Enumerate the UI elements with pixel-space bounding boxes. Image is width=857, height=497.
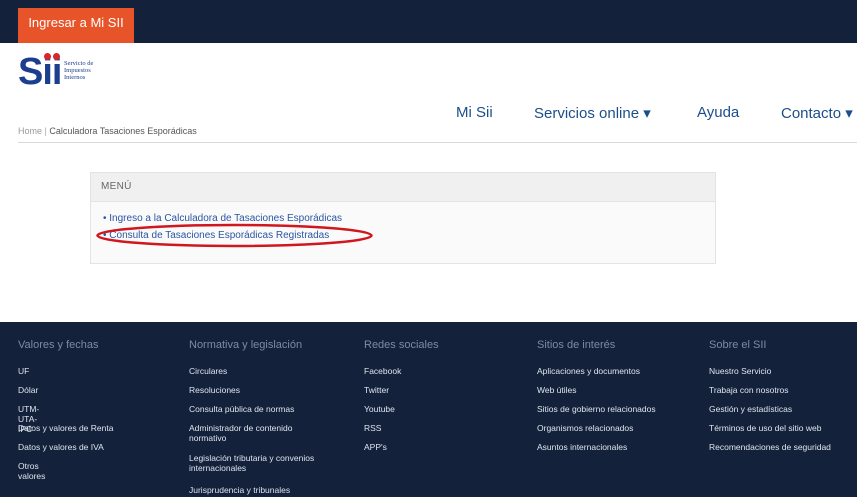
footer-link[interactable]: Recomendaciones de seguridad — [709, 442, 831, 452]
footer-link[interactable]: Otros valores — [18, 461, 45, 481]
rss-link[interactable]: RSS — [364, 423, 381, 433]
footer: Valores y fechas UF Dólar UTM-UTA-IPC Da… — [0, 322, 857, 497]
footer-link[interactable]: Aplicaciones y documentos — [537, 366, 640, 376]
footer-heading: Redes sociales — [364, 339, 439, 351]
footer-heading: Normativa y legislación — [189, 339, 303, 351]
nav-servicios-online[interactable]: Servicios online ▾ — [534, 104, 651, 122]
footer-link[interactable]: Términos de uso del sitio web — [709, 423, 821, 433]
facebook-link[interactable]: Facebook — [364, 366, 401, 376]
logo-dot-icon — [53, 53, 60, 60]
footer-link[interactable]: Administrador de contenido normativo — [189, 423, 317, 443]
breadcrumb: Home | Calculadora Tasaciones Esporádica… — [18, 126, 197, 136]
top-bar: Ingresar a Mi SII — [0, 0, 857, 43]
footer-link[interactable]: Web útiles — [537, 385, 577, 395]
login-button[interactable]: Ingresar a Mi SII — [18, 8, 134, 43]
footer-link[interactable]: Datos y valores de Renta — [18, 423, 113, 433]
footer-link[interactable]: Asuntos internacionales — [537, 442, 627, 452]
nav-contacto[interactable]: Contacto ▾ — [781, 104, 853, 122]
footer-link[interactable]: UF — [18, 366, 29, 376]
footer-link[interactable]: Gestión y estadísticas — [709, 404, 792, 414]
footer-link[interactable]: Resoluciones — [189, 385, 240, 395]
youtube-link[interactable]: Youtube — [364, 404, 395, 414]
divider — [18, 142, 857, 143]
footer-link[interactable]: Organismos relacionados — [537, 423, 633, 433]
footer-link[interactable]: Legislación tributaria y convenios inter… — [189, 453, 317, 473]
apps-link[interactable]: APP's — [364, 442, 387, 452]
twitter-link[interactable]: Twitter — [364, 385, 389, 395]
footer-link[interactable]: Trabaja con nosotros — [709, 385, 789, 395]
footer-heading: Sitios de interés — [537, 339, 616, 351]
logo-subtext: Servicio de Impuestos Internos — [64, 60, 94, 81]
footer-link[interactable]: Consulta pública de normas — [189, 404, 294, 414]
footer-heading: Valores y fechas — [18, 339, 99, 351]
footer-link[interactable]: Datos y valores de IVA — [18, 442, 104, 452]
menu-title: MENÚ — [101, 181, 132, 192]
footer-heading: Sobre el SII — [709, 339, 767, 351]
nav-ayuda[interactable]: Ayuda — [697, 104, 739, 121]
menu-header: MENÚ — [91, 173, 715, 202]
breadcrumb-home[interactable]: Home — [18, 126, 42, 136]
footer-link[interactable]: Dólar — [18, 385, 38, 395]
annotation-ellipse — [96, 223, 373, 248]
nav-mi-sii[interactable]: Mi Sii — [456, 104, 493, 121]
footer-link[interactable]: Sitios de gobierno relacionados — [537, 404, 656, 414]
menu-panel: MENÚ • Ingreso a la Calculadora de Tasac… — [90, 172, 716, 264]
footer-link[interactable]: Nuestro Servicio — [709, 366, 771, 376]
logo-dot-icon — [44, 53, 51, 60]
breadcrumb-current: Calculadora Tasaciones Esporádicas — [49, 126, 197, 136]
footer-link[interactable]: Jurisprudencia y tribunales — [189, 485, 290, 495]
footer-link[interactable]: Circulares — [189, 366, 227, 376]
